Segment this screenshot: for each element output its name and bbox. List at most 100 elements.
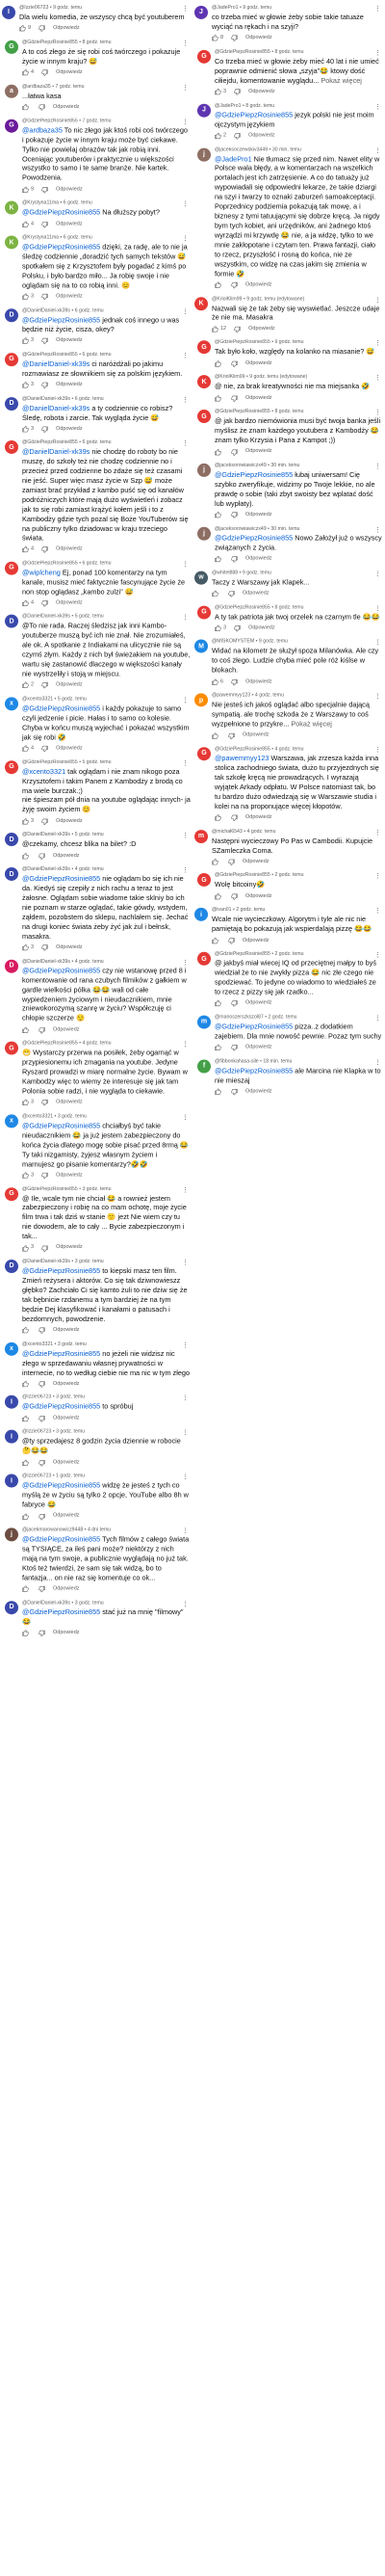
avatar[interactable]: G [5,561,18,575]
comment-time[interactable]: 30 min. temu [272,146,301,152]
dislike-button[interactable] [41,382,48,389]
like-button[interactable]: 3 [22,1172,34,1179]
comment-time[interactable]: 3 godz. temu [56,1429,85,1435]
more-options-icon[interactable]: ⋮ [182,40,189,47]
reply-button[interactable]: Odpowiedz [248,89,275,95]
reply-button[interactable]: Odpowiedz [53,104,80,111]
avatar[interactable]: G [5,1186,18,1201]
like-button[interactable]: 12 [212,326,226,332]
more-options-icon[interactable]: ⋮ [374,297,381,304]
reply-button[interactable]: Odpowiedz [245,893,272,900]
comment-time[interactable]: 30 min. temu [270,525,299,531]
more-options-icon[interactable]: ⋮ [182,867,189,874]
comment-author[interactable]: @GdziePiepzRosinie855 [215,340,270,346]
comment-time[interactable]: 8 godz. temu [245,102,274,108]
more-options-icon[interactable]: ⋮ [182,697,189,704]
comment-time[interactable]: 8 godz. temu [274,49,303,55]
comment-time[interactable]: 9 godz. temu [243,570,271,575]
dislike-button[interactable] [231,1045,238,1051]
reply-button[interactable]: Odpowiedz [56,69,83,76]
mention-link[interactable]: @GdziePiepzRosinie855 [22,874,102,883]
dislike-button[interactable] [231,814,238,822]
dislike-button[interactable] [41,337,48,345]
mention-link[interactable]: @GdziePiepzRosinie855 [215,533,295,542]
dislike-button[interactable] [234,133,241,140]
comment-author[interactable]: @xcento3321 [22,1113,53,1119]
reply-button[interactable]: Odpowiedz [245,35,272,41]
more-options-icon[interactable]: ⋮ [182,236,189,243]
like-button[interactable]: 3 [22,1245,34,1252]
reply-button[interactable]: Odpowiedz [53,25,80,32]
comment-time[interactable]: 5 godz. temu [58,696,87,702]
comment-author[interactable]: @DanielDaniel-xk39s [22,1600,70,1606]
comment-time[interactable]: 6 godz. temu [64,200,92,206]
avatar[interactable]: K [197,375,211,389]
like-button[interactable]: 4 [22,599,34,606]
more-options-icon[interactable]: ⋮ [182,561,189,568]
comment-time[interactable]: 6 godz. temu [75,307,104,313]
like-button[interactable]: 9 [22,186,34,193]
comment-author[interactable]: @GdziePiepzRosinie855 [215,951,270,957]
comment-author[interactable]: @Krystyna11ma [22,235,59,241]
dislike-button[interactable] [38,1416,45,1422]
mention-link[interactable]: @GdziePiepzRosinie855 [22,1607,102,1616]
reply-button[interactable]: Odpowiedz [245,1045,272,1051]
like-button[interactable]: 3 [22,382,34,388]
like-button[interactable] [22,103,31,111]
comment-time[interactable]: 6 godz. temu [82,439,111,445]
comment-author[interactable]: @whitel888 [212,570,238,575]
dislike-button[interactable] [234,326,241,333]
more-options-icon[interactable]: ⋮ [374,1016,381,1022]
like-button[interactable]: 3 [22,337,34,344]
comment-time[interactable]: 6 godz. temu [75,396,104,402]
dislike-button[interactable] [41,221,48,228]
comment-time[interactable]: 9 godz. temu (edytowane) [249,374,307,380]
avatar[interactable]: G [197,410,211,424]
avatar[interactable]: j [197,147,211,162]
avatar[interactable]: G [197,951,211,966]
more-options-icon[interactable]: ⋮ [182,397,189,404]
like-button[interactable] [215,281,223,288]
comment-time[interactable]: 3 godz. temu [82,1186,111,1192]
dislike-button[interactable] [234,89,241,95]
avatar[interactable]: D [5,1260,18,1274]
comment-time[interactable]: 4 godz. temu [75,866,104,872]
like-button[interactable]: 4 [22,69,34,76]
comment-author[interactable]: @jaceksoczewskiv3449 [215,146,268,152]
dislike-button[interactable] [231,1000,238,1008]
mention-link[interactable]: @GdziePiepzRosinie855 [215,1066,295,1075]
comment-author[interactable]: @marioszerszkszol87 [215,1015,264,1021]
dislike-button[interactable] [38,1026,45,1034]
mention-link[interactable]: @GdziePiepzRosinie855 [22,315,102,324]
comment-time[interactable]: 4 godz. temu [247,829,276,835]
comment-author[interactable]: @DanielDaniel-xk39s [22,1259,70,1264]
show-more-link[interactable]: Pokaż więcej [321,76,362,85]
mention-link[interactable]: @pawemmyy123 [215,754,271,762]
reply-button[interactable]: Odpowiedz [56,1172,83,1179]
like-button[interactable]: 3 [22,426,34,433]
mention-link[interactable]: @GdziePiepzRosinie855 [22,1349,102,1358]
dislike-button[interactable] [41,186,48,194]
avatar[interactable]: D [5,1600,18,1614]
like-button[interactable] [22,1585,31,1592]
comment-time[interactable]: 4 godz. temu [274,746,303,752]
mention-link[interactable]: @GdziePiepzRosinie855 [22,1481,102,1490]
reply-button[interactable]: Odpowiedz [248,132,275,139]
like-button[interactable]: 3 [22,944,34,951]
more-options-icon[interactable]: ⋮ [182,1474,189,1481]
more-options-icon[interactable]: ⋮ [374,147,381,154]
avatar[interactable]: j [5,1527,18,1542]
more-options-icon[interactable]: ⋮ [182,1395,189,1402]
reply-button[interactable]: Odpowiedz [248,326,275,332]
comment-author[interactable]: @Izzie06723 [22,1394,51,1400]
avatar[interactable]: G [5,40,18,54]
reply-button[interactable]: Odpowiedz [53,1513,80,1520]
comment-author[interactable]: @GdziePiepzRosinie855 [22,118,78,123]
avatar[interactable]: p [194,693,208,707]
avatar[interactable]: j [197,526,211,541]
avatar[interactable]: m [194,829,208,843]
dislike-button[interactable] [231,678,238,686]
reply-button[interactable]: Odpowiedz [243,937,270,943]
reply-button[interactable]: Odpowiedz [56,745,83,752]
reply-button[interactable]: Odpowiedz [56,944,83,951]
